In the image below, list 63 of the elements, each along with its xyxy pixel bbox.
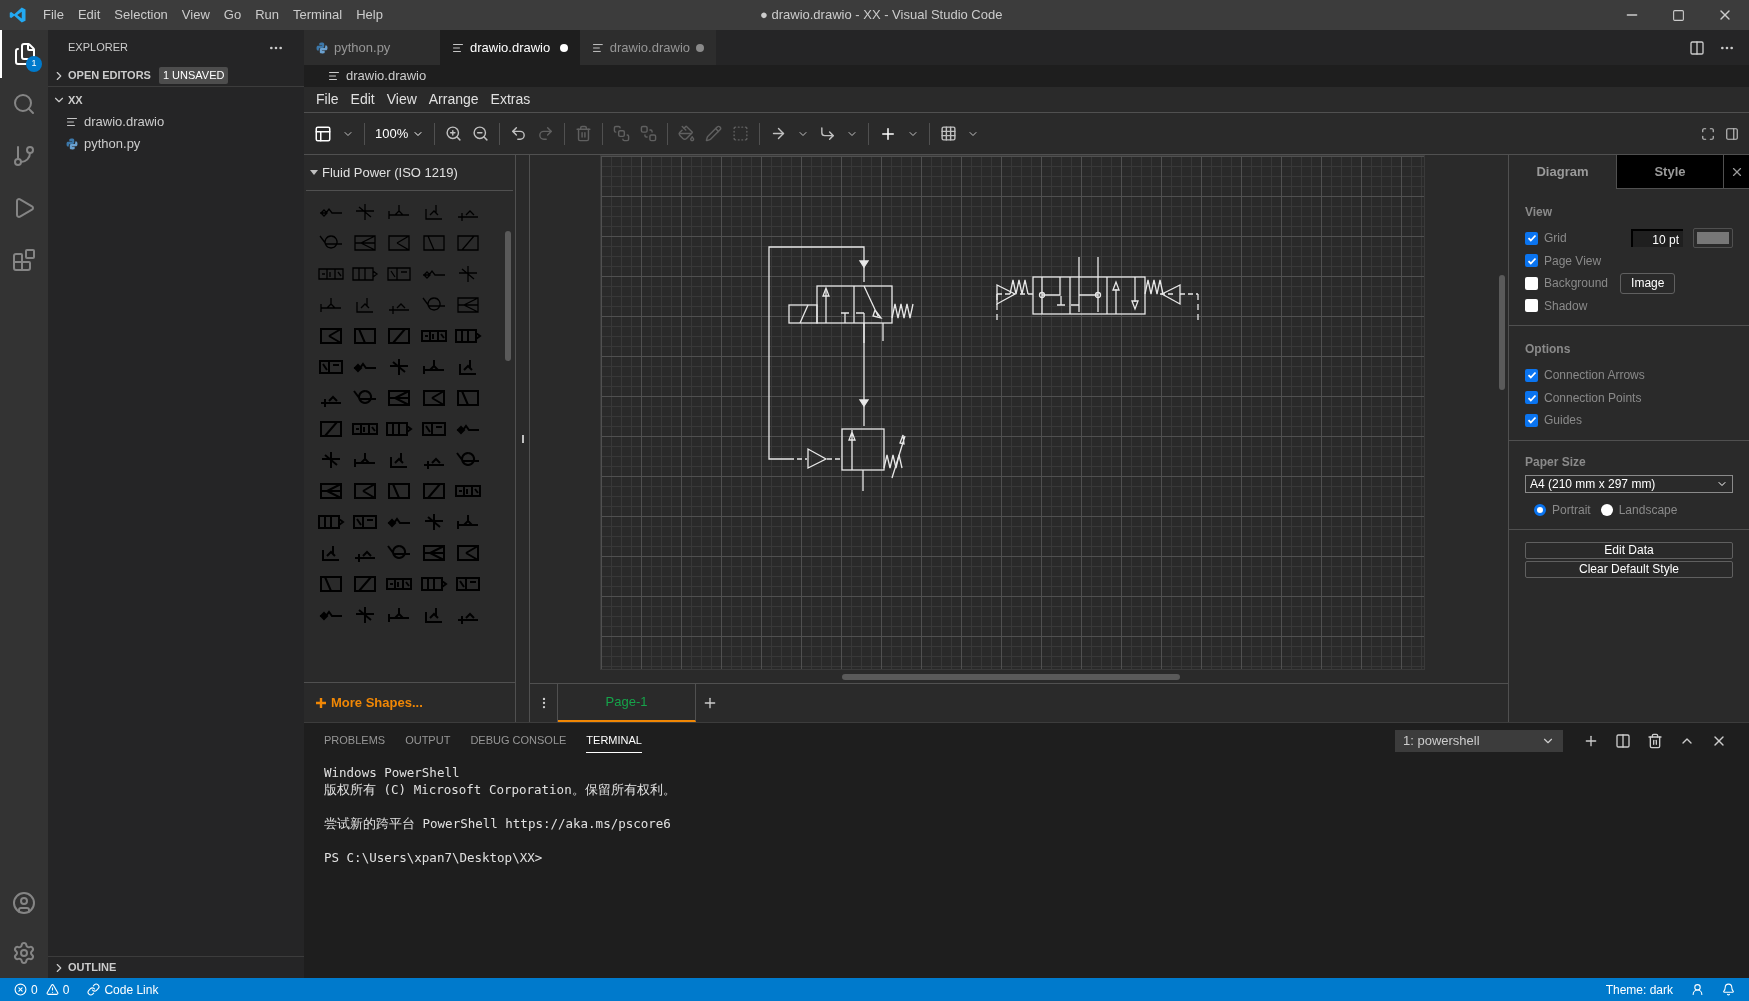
terminal-line: Windows PowerShell bbox=[324, 764, 461, 781]
editor-tab[interactable]: drawio.drawio bbox=[440, 30, 580, 65]
menu-item[interactable]: Edit bbox=[70, 5, 108, 25]
panel-button[interactable]: Clear Default Style bbox=[1525, 560, 1733, 578]
menu-item[interactable]: Extras bbox=[484, 89, 537, 110]
explorer-file-entry[interactable]: drawio.drawio bbox=[84, 112, 165, 132]
section-title: Options bbox=[1525, 341, 1572, 358]
menu-item[interactable]: View bbox=[380, 89, 423, 110]
notification-badge: 1 bbox=[26, 56, 42, 72]
section-header[interactable]: OPEN EDITORS bbox=[68, 67, 151, 84]
menu-item[interactable]: Help bbox=[349, 5, 390, 25]
panel-tab[interactable]: OUTPUT bbox=[405, 728, 451, 753]
menu-item[interactable]: Terminal bbox=[286, 5, 350, 25]
editor-tab[interactable]: drawio.drawio bbox=[580, 30, 716, 65]
window-title: ● drawio.drawio - XX - Visual Studio Code bbox=[760, 6, 1003, 25]
option-label: Connection Arrows bbox=[1544, 367, 1645, 385]
terminal-select[interactable]: 1: powershell bbox=[1395, 729, 1563, 752]
more-shapes-link[interactable]: More Shapes... bbox=[331, 692, 423, 713]
shape-library-title[interactable]: Fluid Power (ISO 1219) bbox=[322, 162, 458, 183]
explorer-file-entry[interactable]: python.py bbox=[84, 134, 141, 154]
terminal-line: 版权所有 (C) Microsoft Corporation。保留所有权利。 bbox=[324, 781, 677, 798]
zoom-dropdown[interactable]: 100% bbox=[375, 123, 425, 144]
panel-tab[interactable]: DEBUG CONSOLE bbox=[470, 728, 567, 753]
radio-label: Landscape bbox=[1618, 501, 1678, 519]
error-count[interactable]: 0 bbox=[31, 980, 38, 999]
menu-item[interactable]: Run bbox=[248, 5, 286, 25]
paper-size-select[interactable]: A4 (210 mm x 297 mm) bbox=[1525, 474, 1733, 493]
menu-item[interactable]: View bbox=[174, 5, 217, 25]
option-label: Page View bbox=[1544, 252, 1602, 270]
panel-tab[interactable]: Style bbox=[1616, 155, 1723, 189]
warning-count[interactable]: 0 bbox=[62, 980, 70, 999]
terminal-line: PS C:\Users\xpan7\Desktop\XX> bbox=[324, 849, 544, 866]
editor-tab[interactable]: python.py bbox=[304, 30, 440, 65]
grid-size-field[interactable]: 10 pt bbox=[1631, 229, 1683, 248]
section-title: View bbox=[1525, 204, 1554, 221]
tab-label: drawio.drawio bbox=[609, 38, 690, 57]
sidebar-title: EXPLORER bbox=[68, 40, 128, 56]
option-label: Connection Points bbox=[1544, 389, 1642, 407]
theme-indicator[interactable]: Theme: dark bbox=[1605, 980, 1673, 999]
tab-label: drawio.drawio bbox=[470, 38, 551, 57]
image-button[interactable]: Image bbox=[1620, 272, 1676, 294]
menu-item[interactable]: Arrange bbox=[422, 89, 485, 110]
option-label: Background bbox=[1544, 275, 1609, 293]
breadcrumb[interactable]: drawio.drawio bbox=[346, 66, 427, 86]
folder-header[interactable]: XX bbox=[68, 91, 83, 109]
radio-label: Portrait bbox=[1552, 501, 1591, 519]
code-link[interactable]: Code Link bbox=[104, 980, 159, 999]
menu-item[interactable]: Go bbox=[216, 5, 249, 25]
terminal-line: 尝试新的跨平台 PowerShell https://aka.ms/pscore6 bbox=[324, 815, 672, 832]
menu-item[interactable]: File bbox=[36, 5, 71, 25]
menu-item[interactable]: Edit bbox=[344, 89, 381, 110]
section-header[interactable]: OUTLINE bbox=[68, 959, 117, 976]
menu-item[interactable]: File bbox=[310, 89, 345, 110]
option-label: Guides bbox=[1544, 412, 1583, 430]
section-title: Paper Size bbox=[1525, 453, 1587, 471]
option-label: Grid bbox=[1544, 230, 1567, 248]
unsaved-badge: 1 UNSAVED bbox=[158, 67, 229, 84]
panel-tab[interactable]: PROBLEMS bbox=[324, 728, 386, 753]
option-label: Shadow bbox=[1544, 297, 1588, 315]
panel-tab[interactable]: TERMINAL bbox=[586, 727, 642, 754]
menu-item[interactable]: Selection bbox=[107, 5, 175, 25]
panel-button[interactable]: Edit Data bbox=[1525, 541, 1733, 559]
tab-label: python.py bbox=[334, 38, 391, 57]
